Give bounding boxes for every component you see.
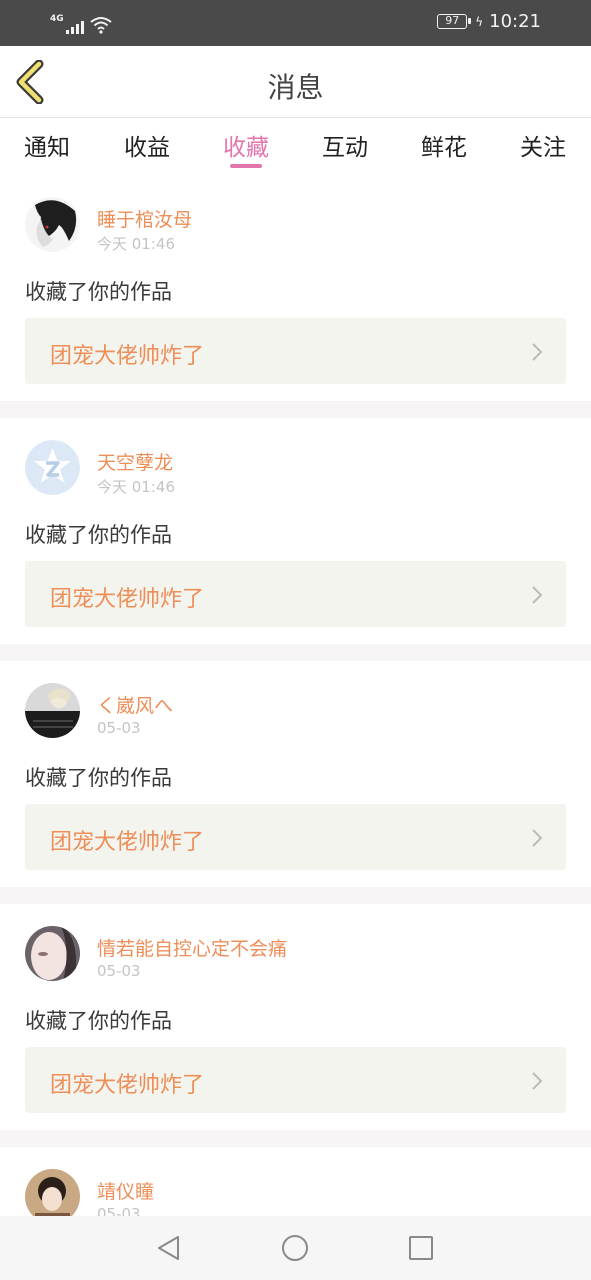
recents-square-icon[interactable] bbox=[406, 1233, 436, 1263]
tab-interaction[interactable]: 互动 bbox=[305, 128, 385, 162]
user-name[interactable]: 靖仪瞳 bbox=[97, 1177, 154, 1204]
work-title: 团宠大佬帅炸了 bbox=[50, 1073, 205, 1098]
list-item: く崴风へ 05-03 收藏了你的作品 团宠大佬帅炸了 bbox=[0, 661, 591, 904]
avatar[interactable] bbox=[25, 197, 80, 252]
action-text: 收藏了你的作品 bbox=[25, 766, 172, 790]
network-type: 4G bbox=[50, 14, 64, 24]
active-tab-indicator bbox=[230, 164, 262, 168]
list-item: 天空孽龙 今天 01:46 收藏了你的作品 团宠大佬帅炸了 bbox=[0, 418, 591, 661]
chevron-right-icon bbox=[532, 343, 543, 361]
work-title: 团宠大佬帅炸了 bbox=[50, 587, 205, 612]
tab-favorites[interactable]: 收藏 bbox=[206, 128, 286, 162]
user-name[interactable]: 睡于棺汝母 bbox=[97, 205, 192, 232]
app-header: 消息 bbox=[0, 46, 591, 118]
list-item: 睡于棺汝母 今天 01:46 收藏了你的作品 团宠大佬帅炸了 bbox=[0, 175, 591, 418]
home-circle-icon[interactable] bbox=[280, 1233, 310, 1263]
work-link[interactable]: 团宠大佬帅炸了 bbox=[25, 318, 566, 384]
timestamp: 今天 01:46 bbox=[97, 478, 175, 496]
page-title: 消息 bbox=[267, 71, 324, 104]
action-text: 收藏了你的作品 bbox=[25, 523, 172, 547]
work-link[interactable]: 团宠大佬帅炸了 bbox=[25, 804, 566, 870]
tab-earnings[interactable]: 收益 bbox=[107, 128, 187, 162]
tab-follow[interactable]: 关注 bbox=[503, 128, 583, 162]
battery-icon: 97 bbox=[437, 14, 472, 29]
work-link[interactable]: 团宠大佬帅炸了 bbox=[25, 1047, 566, 1113]
divider bbox=[0, 887, 591, 904]
chevron-right-icon bbox=[532, 1072, 543, 1090]
list-item: 情若能自控心定不会痛 05-03 收藏了你的作品 团宠大佬帅炸了 bbox=[0, 904, 591, 1147]
tab-bar: 通知 收益 收藏 互动 鲜花 关注 bbox=[0, 118, 591, 172]
work-link[interactable]: 团宠大佬帅炸了 bbox=[25, 561, 566, 627]
timestamp: 今天 01:46 bbox=[97, 235, 175, 253]
status-left: 4G bbox=[50, 12, 112, 34]
avatar[interactable] bbox=[25, 683, 80, 738]
divider bbox=[0, 644, 591, 661]
status-right: 97 ϟ 10:21 bbox=[437, 11, 541, 32]
avatar[interactable] bbox=[25, 926, 80, 981]
tab-flowers[interactable]: 鲜花 bbox=[404, 128, 484, 162]
status-bar: 4G 97 ϟ 10:21 bbox=[0, 0, 591, 46]
wifi-icon bbox=[90, 17, 112, 34]
clock: 10:21 bbox=[489, 11, 541, 32]
chevron-right-icon bbox=[532, 586, 543, 604]
work-title: 团宠大佬帅炸了 bbox=[50, 830, 205, 855]
chevron-right-icon bbox=[532, 829, 543, 847]
action-text: 收藏了你的作品 bbox=[25, 280, 172, 304]
back-triangle-icon[interactable] bbox=[154, 1233, 184, 1263]
work-title: 团宠大佬帅炸了 bbox=[50, 344, 205, 369]
message-list: 睡于棺汝母 今天 01:46 收藏了你的作品 团宠大佬帅炸了 天空孽龙 今天 0… bbox=[0, 175, 591, 1267]
timestamp: 05-03 bbox=[97, 719, 141, 737]
avatar[interactable] bbox=[25, 440, 80, 495]
user-name[interactable]: く崴风へ bbox=[97, 691, 173, 718]
divider bbox=[0, 401, 591, 418]
system-nav-bar bbox=[0, 1216, 591, 1280]
user-name[interactable]: 情若能自控心定不会痛 bbox=[97, 934, 287, 961]
charging-icon: ϟ bbox=[475, 14, 484, 29]
timestamp: 05-03 bbox=[97, 962, 141, 980]
action-text: 收藏了你的作品 bbox=[25, 1009, 172, 1033]
signal-icon bbox=[65, 18, 84, 34]
divider bbox=[0, 1130, 591, 1147]
tab-notification[interactable]: 通知 bbox=[7, 128, 87, 162]
user-name[interactable]: 天空孽龙 bbox=[97, 448, 173, 475]
